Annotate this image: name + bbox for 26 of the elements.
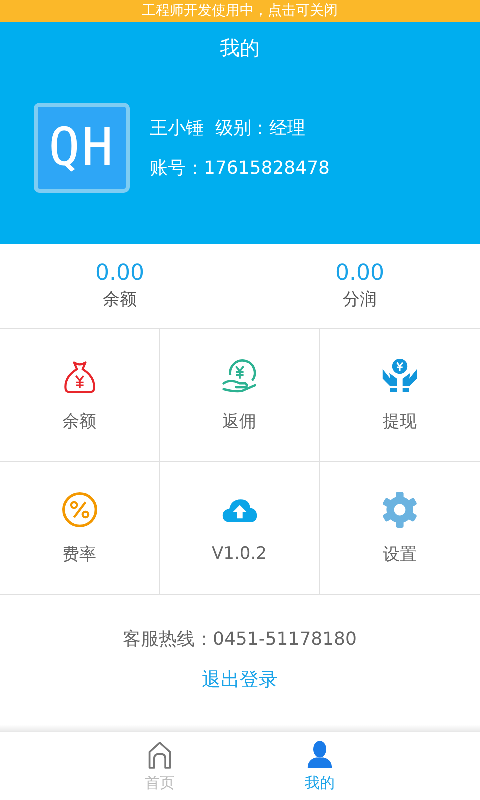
service-hotline: 客服热线：0451-51178180 [123, 628, 357, 651]
menu-tile-label: 返佣 [222, 410, 256, 432]
person-icon [307, 740, 333, 770]
menu-tile-label: V1.0.2 [212, 544, 267, 564]
settings-icon [381, 490, 419, 528]
menu-tile[interactable]: 提现 [320, 329, 480, 462]
home-icon [147, 740, 173, 770]
menu-tile[interactable]: 设置 [320, 462, 480, 594]
menu-tile-label: 提现 [383, 410, 417, 432]
stat-value: 0.00 [96, 261, 144, 286]
stat-label: 分润 [343, 289, 377, 311]
menu-tile[interactable]: 返佣 [160, 329, 320, 462]
avatar-logo: QH [34, 103, 130, 193]
stat-label: 余额 [103, 289, 137, 311]
menu-tile-label: 余额 [62, 410, 96, 432]
menu-tile-label: 设置 [383, 544, 417, 566]
menu-tile-label: 费率 [62, 544, 96, 566]
user-name-level: 王小锤 级别：经理 [150, 117, 306, 140]
coin-hand-icon [220, 358, 258, 396]
menu-tile[interactable]: V1.0.2 [160, 462, 320, 594]
account-number: 账号：17615828478 [150, 157, 330, 180]
percent-icon [60, 490, 98, 528]
page-title: 我的 [220, 35, 260, 62]
menu-tile[interactable]: 余额 [0, 329, 160, 462]
stat-value: 0.00 [336, 261, 384, 286]
menu-tile[interactable]: 费率 [0, 462, 160, 594]
